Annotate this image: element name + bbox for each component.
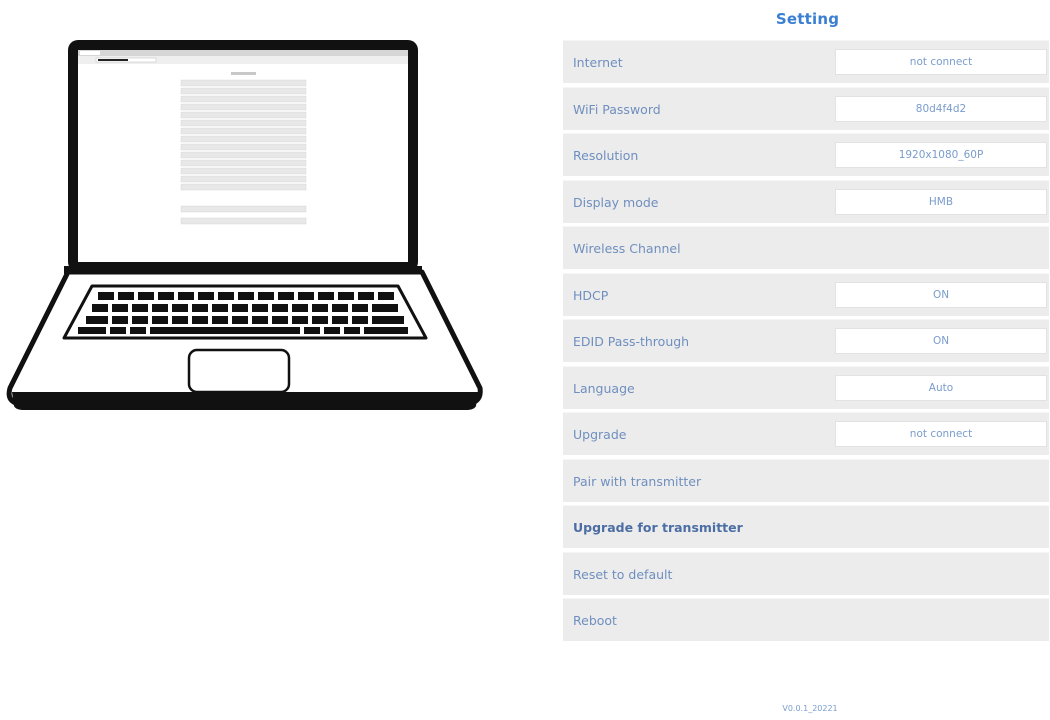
setting-label: Reset to default (573, 566, 673, 582)
version-label: V0.0.1_20221 (782, 704, 838, 713)
setting-label: Display mode (573, 194, 659, 210)
setting-label: Upgrade for transmitter (573, 520, 743, 535)
setting-row-internet[interactable]: Internet not connect (563, 40, 1049, 83)
setting-label: Upgrade (573, 427, 627, 442)
setting-row-upgrade-for-transmitter[interactable]: Upgrade for transmitter (563, 505, 1049, 548)
setting-value-upgrade[interactable]: not connect (835, 421, 1047, 447)
setting-label: HDCP (573, 287, 609, 303)
setting-row-reset-to-default[interactable]: Reset to default (563, 551, 1049, 595)
setting-value-wifi-password[interactable]: 80d4f4d2 (835, 95, 1047, 122)
setting-value-language[interactable]: Auto (835, 374, 1047, 401)
laptop-icon (6, 40, 483, 410)
setting-row-reboot[interactable]: Reboot (563, 598, 1049, 641)
setting-row-upgrade[interactable]: Upgrade not connect (563, 412, 1049, 455)
setting-label: Wireless Channel (573, 241, 681, 256)
setting-row-wireless-channel[interactable]: Wireless Channel (563, 226, 1049, 269)
setting-row-display-mode[interactable]: Display mode HMB (563, 179, 1049, 223)
setting-value-edid-pass-through[interactable]: ON (835, 328, 1047, 354)
setting-row-pair-with-transmitter[interactable]: Pair with transmitter (563, 458, 1049, 502)
setting-label: WiFi Password (573, 101, 661, 117)
setting-value-display-mode[interactable]: HMB (835, 188, 1047, 215)
page-root: Setting Internet not connect WiFi Passwo… (0, 0, 1050, 720)
setting-label: Pair with transmitter (573, 473, 702, 489)
setting-label: Reboot (573, 613, 617, 628)
setting-row-resolution[interactable]: Resolution 1920x1080_60P (563, 133, 1049, 176)
setting-row-language[interactable]: Language Auto (563, 365, 1049, 409)
setting-label: Language (573, 380, 635, 396)
settings-title: Setting (775, 10, 840, 28)
setting-row-hdcp[interactable]: HDCP ON (563, 272, 1049, 316)
setting-row-wifi-password[interactable]: WiFi Password 80d4f4d2 (563, 86, 1049, 130)
setting-label: Internet (573, 55, 623, 70)
setting-label: Resolution (573, 148, 639, 163)
setting-label: EDID Pass-through (573, 334, 690, 349)
setting-value-resolution[interactable]: 1920x1080_60P (835, 142, 1047, 168)
setting-value-internet[interactable]: not connect (835, 49, 1047, 75)
setting-row-edid-pass-through[interactable]: EDID Pass-through ON (563, 319, 1049, 362)
settings-list: Internet not connect WiFi Password 80d4f… (563, 40, 1049, 645)
setting-value-hdcp[interactable]: ON (835, 281, 1047, 308)
